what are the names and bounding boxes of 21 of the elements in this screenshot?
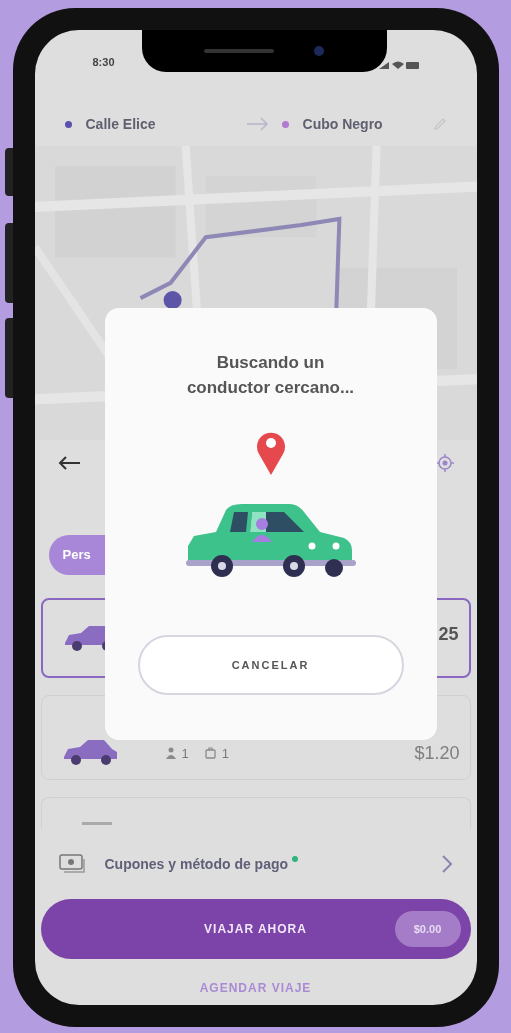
price-pill: $0.00 — [394, 911, 461, 947]
arrow-right-icon — [245, 117, 270, 131]
payment-label: Cupones y método de pago — [104, 854, 289, 874]
destination-label: Cubo Negro — [302, 114, 383, 134]
ride-price: $1.20 — [414, 742, 460, 765]
seats-count: 1 — [181, 744, 189, 763]
bags-count: 1 — [221, 744, 229, 763]
back-arrow-icon[interactable] — [56, 454, 81, 471]
status-time: 8:30 — [92, 54, 115, 70]
person-icon — [165, 747, 176, 760]
locate-icon[interactable] — [434, 452, 455, 473]
chevron-right-icon — [440, 854, 453, 874]
cancel-button[interactable]: CANCELAR — [137, 635, 404, 695]
modal-title: Buscando un conductor cercano... — [185, 352, 356, 399]
ride-price: 25 — [438, 622, 459, 646]
luggage-icon — [204, 747, 216, 760]
status-icons — [378, 60, 419, 70]
origin-label: Calle Elice — [85, 114, 156, 134]
ride-now-button[interactable]: VIAJAR AHORA $0.00 — [40, 899, 471, 959]
payment-row[interactable]: Cupones y método de pago — [34, 839, 477, 889]
cash-icon — [58, 854, 87, 874]
